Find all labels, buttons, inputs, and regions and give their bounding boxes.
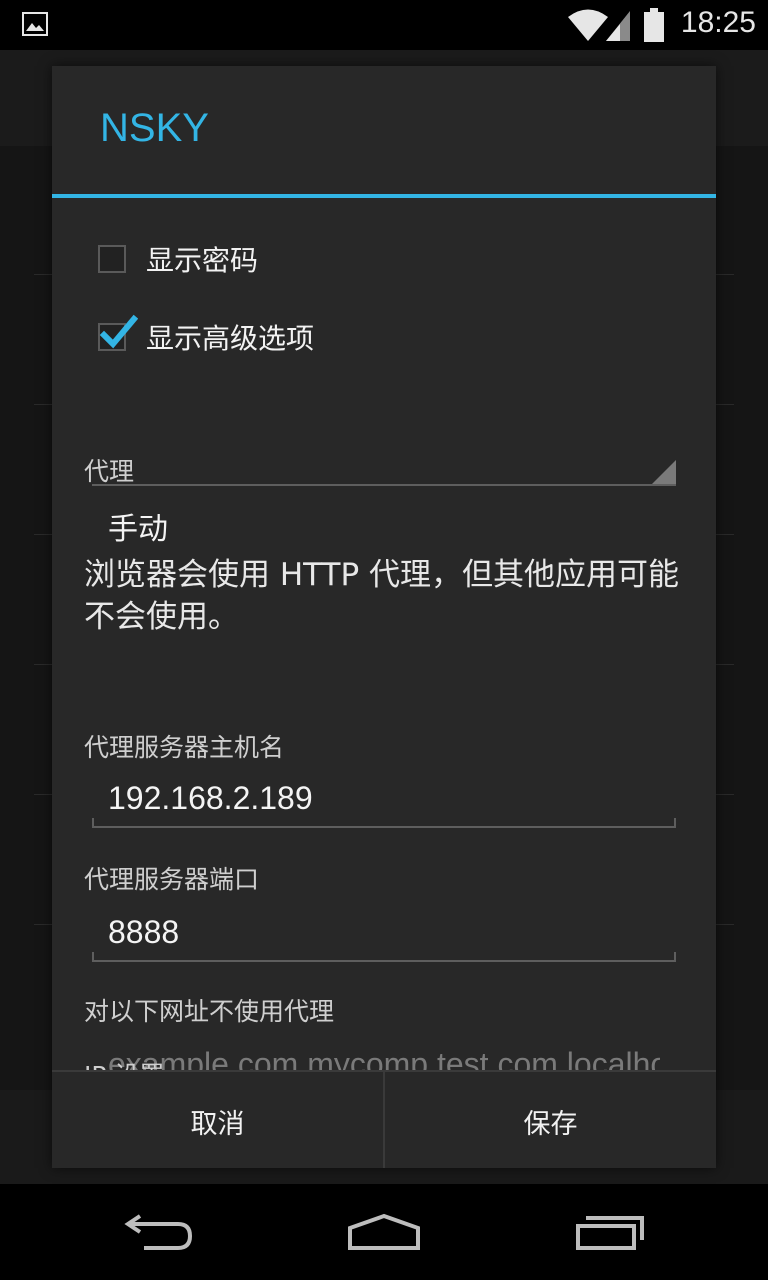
proxy-spinner-underline <box>92 484 676 486</box>
proxy-host-underline <box>92 818 676 828</box>
ip-settings-label: IP 设置 <box>84 1056 164 1070</box>
checkmark-icon <box>99 314 138 349</box>
gallery-icon <box>22 12 48 36</box>
proxy-host-input[interactable]: 192.168.2.189 <box>108 780 313 817</box>
signal-icon <box>606 11 630 41</box>
dialog-title: NSKY <box>100 106 209 150</box>
spinner-arrow-icon <box>652 460 676 484</box>
dialog-button-bar: 取消 保存 <box>52 1070 716 1168</box>
proxy-port-input[interactable]: 8888 <box>108 914 179 951</box>
bypass-input[interactable]: example.com,mycomp.test.com,localhost <box>108 1046 660 1070</box>
wifi-network-dialog: NSKY 显示密码 显示高级选项 代理 手动 浏览器会使用 HTTP 代理，但其… <box>52 66 716 1168</box>
navigation-bar <box>0 1184 768 1280</box>
proxy-port-label: 代理服务器端口 <box>84 865 260 894</box>
cancel-button[interactable]: 取消 <box>52 1072 383 1168</box>
show-password-checkbox[interactable] <box>98 245 126 273</box>
home-icon[interactable] <box>346 1212 422 1252</box>
battery-icon <box>644 8 664 42</box>
dialog-body: 显示密码 显示高级选项 代理 手动 浏览器会使用 HTTP 代理，但其他应用可能… <box>52 198 716 1070</box>
proxy-host-label: 代理服务器主机名 <box>84 733 285 762</box>
show-advanced-checkbox[interactable] <box>98 314 138 351</box>
bypass-label: 对以下网址不使用代理 <box>84 997 335 1026</box>
proxy-label: 代理 <box>84 457 135 486</box>
recents-icon[interactable] <box>574 1212 646 1252</box>
show-advanced-label: 显示高级选项 <box>146 322 315 355</box>
proxy-port-underline <box>92 952 676 962</box>
show-password-label: 显示密码 <box>146 244 259 277</box>
status-bar: 18:25 <box>0 0 768 50</box>
back-icon[interactable] <box>124 1212 196 1252</box>
status-time: 18:25 <box>680 6 756 39</box>
proxy-spinner[interactable]: 手动 <box>108 504 168 548</box>
save-button[interactable]: 保存 <box>385 1072 716 1168</box>
show-password-row[interactable]: 显示密码 <box>98 234 258 284</box>
show-advanced-row[interactable]: 显示高级选项 <box>98 312 314 362</box>
proxy-warning-text: 浏览器会使用 HTTP 代理，但其他应用可能不会使用。 <box>84 557 680 635</box>
